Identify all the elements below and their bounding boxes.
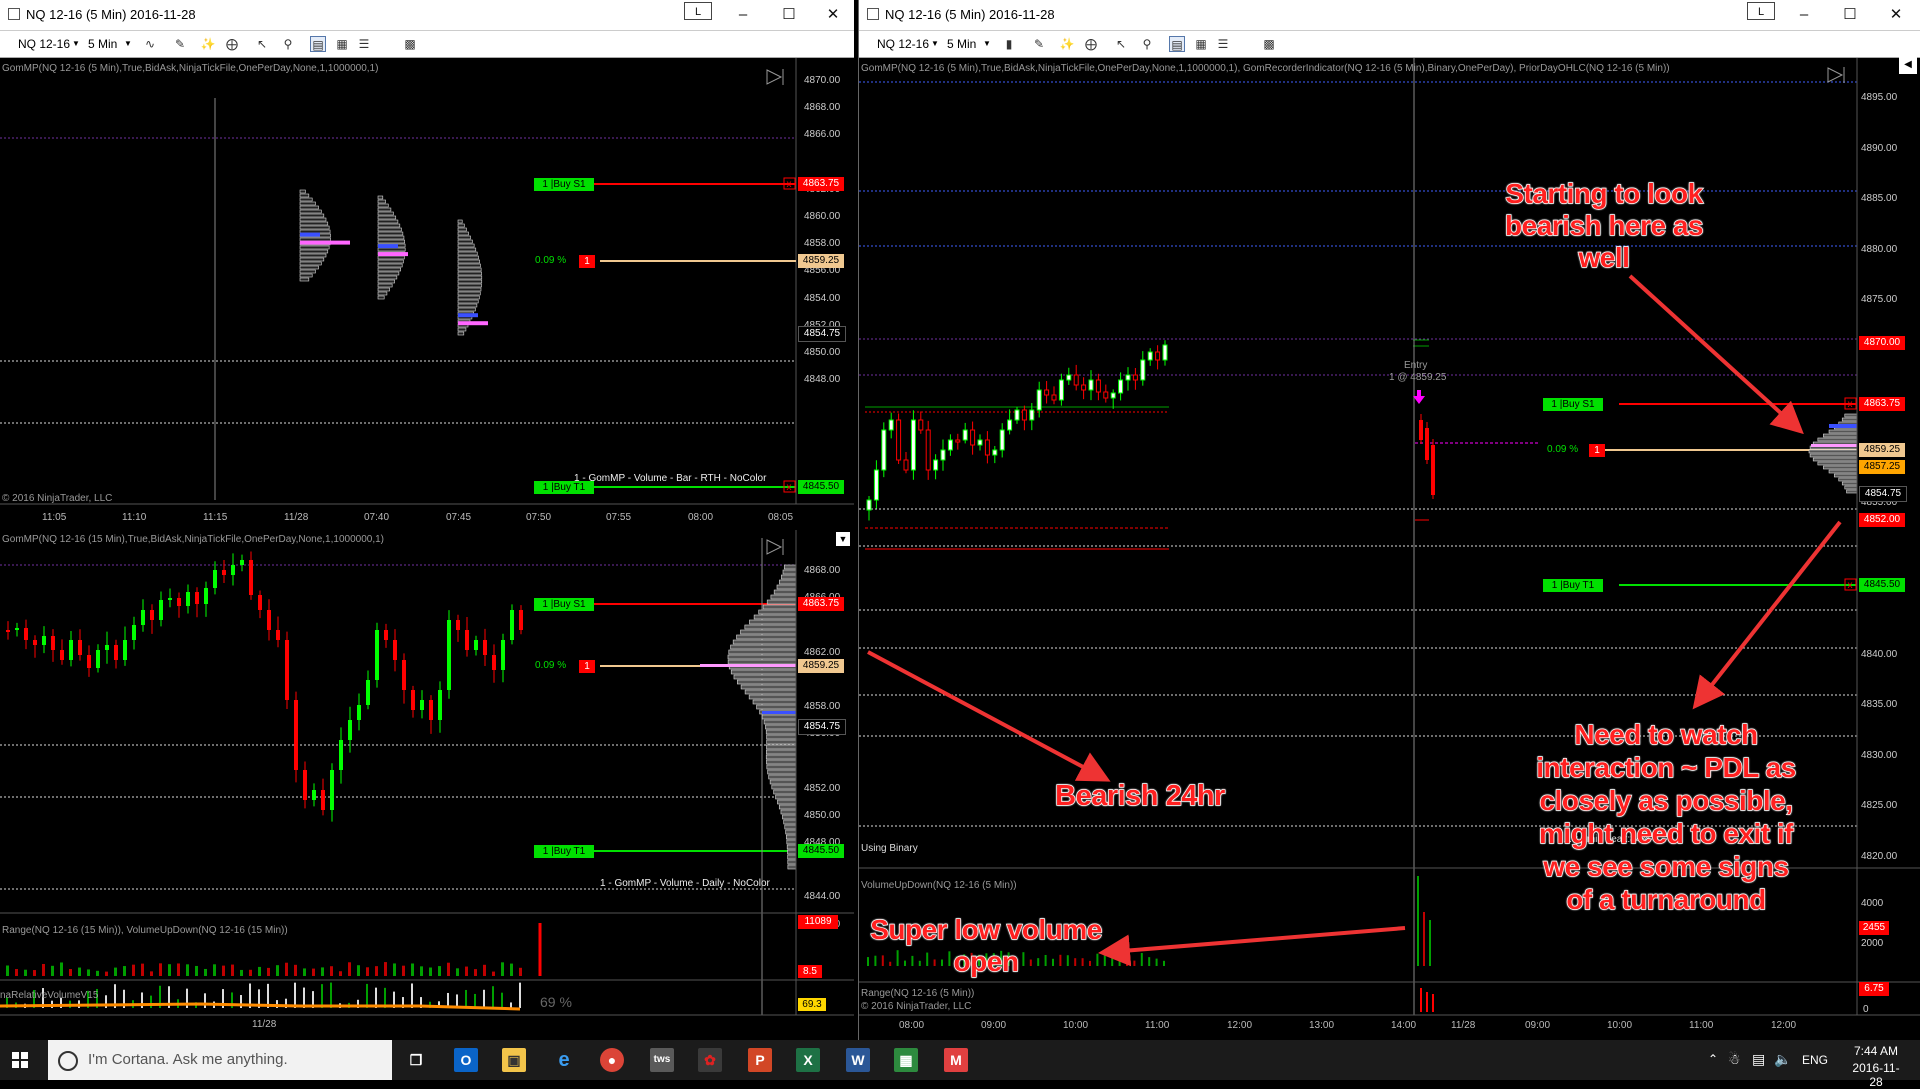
edge-icon[interactable]: e	[552, 1048, 576, 1072]
arrow-to-bearish	[867, 650, 1111, 782]
arrow-to-volume	[1098, 926, 1406, 967]
annotation-bearish-here: Starting to look bearish here as well	[1504, 177, 1704, 273]
clock-time[interactable]: 7:44 AM	[1846, 1044, 1906, 1058]
annotation-low-volume: Super low volume open	[869, 913, 1103, 977]
windows-start-icon[interactable]	[12, 1052, 28, 1068]
chevron-up-icon[interactable]: ⌃	[1708, 1052, 1718, 1066]
chrome-icon[interactable]: ●	[600, 1048, 624, 1072]
language-indicator[interactable]: ENG	[1802, 1053, 1828, 1067]
arrow-to-profile	[1628, 274, 1804, 435]
file-explorer-icon[interactable]: ▣	[502, 1048, 526, 1072]
tws-icon[interactable]: tws	[650, 1048, 674, 1072]
network-icon[interactable]: ▤	[1752, 1051, 1765, 1068]
annotation-bearish-24hr: Bearish 24hr	[1054, 779, 1226, 812]
cortana-icon	[58, 1051, 78, 1071]
arrow-to-pdl	[1692, 520, 1842, 710]
powerpoint-icon[interactable]: P	[748, 1048, 772, 1072]
excel-icon[interactable]: X	[796, 1048, 820, 1072]
volume-icon[interactable]: 🔈	[1774, 1051, 1791, 1068]
calculator-icon[interactable]: ▦	[894, 1048, 918, 1072]
outlook-icon[interactable]: O	[454, 1048, 478, 1072]
annotation-watch-pdl: Need to watch interaction ~ PDL as close…	[1536, 718, 1797, 915]
taskbar: I'm Cortana. Ask me anything. ❐ O ▣ e ● …	[0, 1040, 1920, 1089]
word-icon[interactable]: W	[846, 1048, 870, 1072]
clock-date[interactable]: 2016-11-28	[1846, 1061, 1906, 1089]
ninjatrader-icon[interactable]: ✿	[698, 1048, 722, 1072]
app-icon[interactable]: M	[944, 1048, 968, 1072]
task-view-icon[interactable]: ❐	[404, 1048, 428, 1072]
cortana-placeholder: I'm Cortana. Ask me anything.	[88, 1051, 288, 1068]
people-icon[interactable]: ☃	[1728, 1051, 1741, 1068]
cortana-search-box[interactable]: I'm Cortana. Ask me anything.	[48, 1040, 392, 1080]
